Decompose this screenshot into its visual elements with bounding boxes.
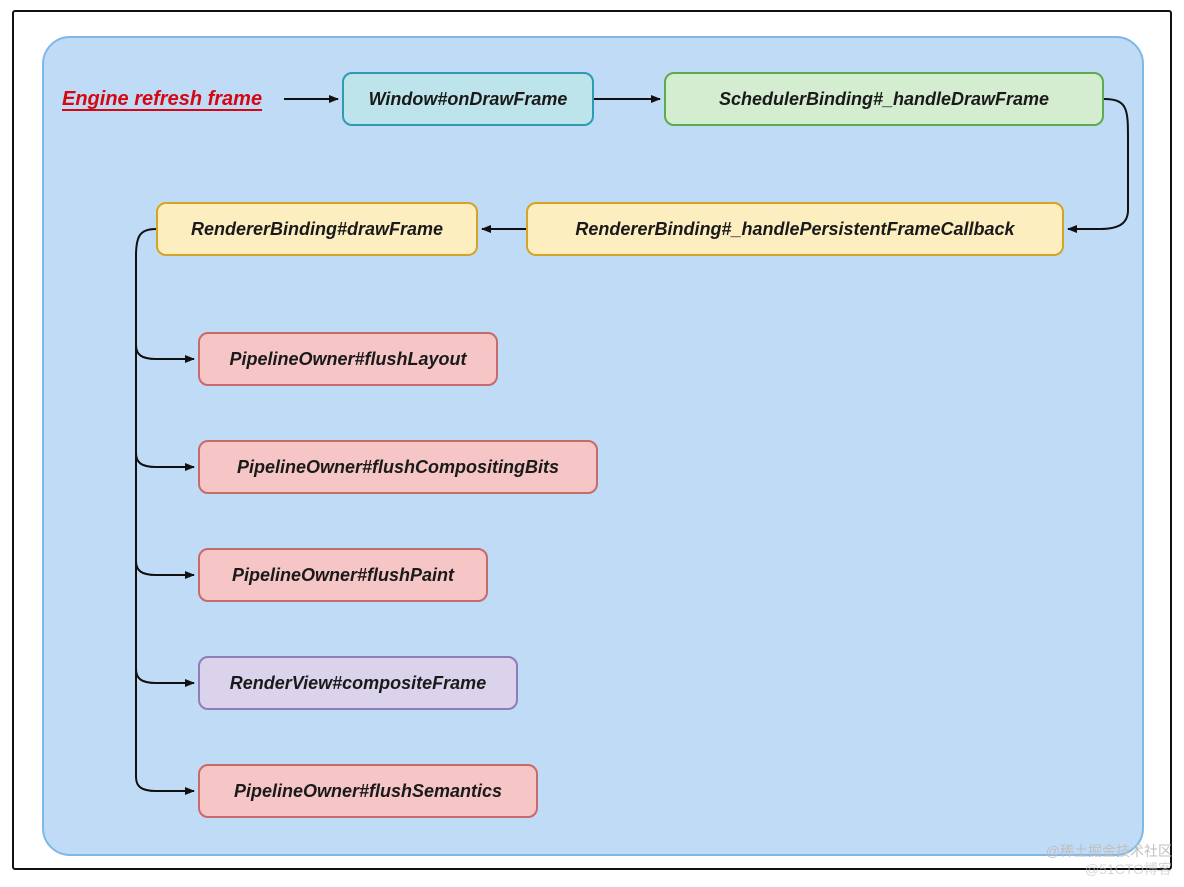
node-pipelineowner-flushlayout: PipelineOwner#flushLayout xyxy=(198,332,498,386)
node-pipelineowner-flushpaint: PipelineOwner#flushPaint xyxy=(198,548,488,602)
node-window-ondrawframe: Window#onDrawFrame xyxy=(342,72,594,126)
watermark-line-1: @稀土掘金技术社区 xyxy=(1046,841,1172,861)
node-pipelineowner-flushsemantics: PipelineOwner#flushSemantics xyxy=(198,764,538,818)
node-rendererbinding-handlepersistentframecallback: RendererBinding#_handlePersistentFrameCa… xyxy=(526,202,1064,256)
node-renderview-compositeframe: RenderView#compositeFrame xyxy=(198,656,518,710)
node-schedulerbinding-handledrawframe: SchedulerBinding#_handleDrawFrame xyxy=(664,72,1104,126)
node-pipelineowner-flushcompositingbits: PipelineOwner#flushCompositingBits xyxy=(198,440,598,494)
node-rendererbinding-drawframe: RendererBinding#drawFrame xyxy=(156,202,478,256)
entry-label: Engine refresh frame xyxy=(62,88,262,111)
watermark-line-2: @51CTO博客 xyxy=(1085,859,1172,879)
